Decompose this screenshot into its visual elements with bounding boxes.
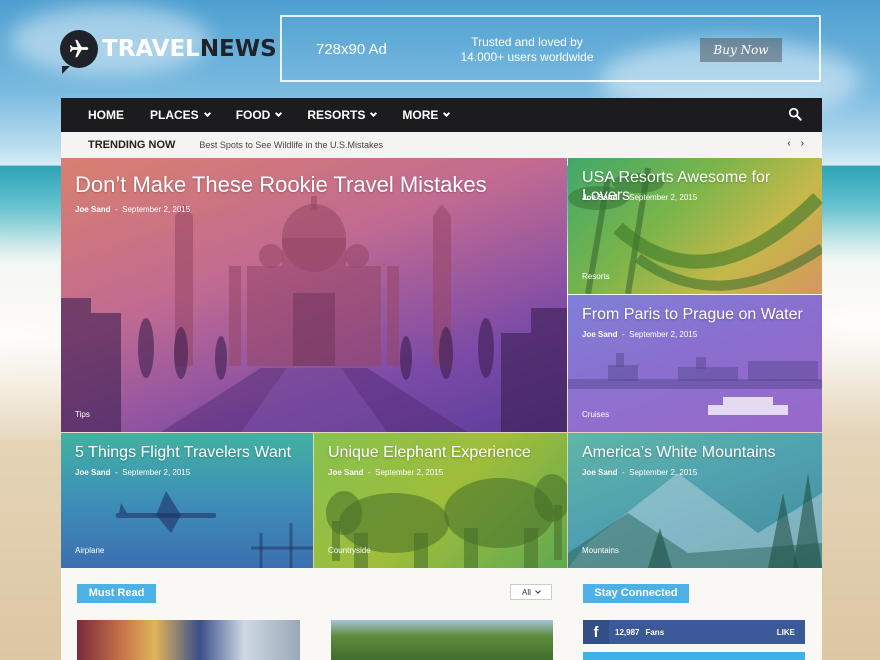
trending-bar: TRENDING NOW Best Spots to See Wildlife …	[61, 132, 822, 158]
facebook-icon: f	[583, 620, 609, 644]
featured-grid: Don’t Make These Rookie Travel Mistakes …	[61, 158, 822, 568]
tile-title[interactable]: 5 Things Flight Travelers Want	[75, 444, 291, 462]
ad-trust-line1: Trusted and loved by	[471, 35, 583, 49]
facebook-fans-widget[interactable]: f 12,987 Fans LIKE	[583, 620, 805, 644]
ad-banner[interactable]: 728x90 Ad Trusted and loved by 14.000+ u…	[280, 15, 821, 82]
nav-item-places[interactable]: PLACES	[136, 98, 222, 132]
tile-category[interactable]: Tips	[75, 410, 90, 419]
article-thumbnail[interactable]	[331, 620, 553, 660]
featured-tile-mountains[interactable]: America’s White Mountains Joe Sand - Sep…	[568, 433, 822, 568]
tile-meta: Joe Sand - September 2, 2015	[328, 468, 444, 477]
chevron-down-icon	[370, 109, 378, 118]
content-area: Must Read All Stay Connected f 12,987 Fa…	[61, 568, 822, 660]
trending-next-button[interactable]: ›	[801, 138, 804, 149]
tile-meta: Joe Sand - September 2, 2015	[582, 468, 698, 477]
chevron-down-icon	[535, 588, 541, 594]
tile-author[interactable]: Joe Sand	[582, 193, 618, 202]
tile-author[interactable]: Joe Sand	[328, 468, 364, 477]
ad-trust-line2: 14.000+ users worldwide	[460, 50, 594, 64]
nav-item-label: MORE	[402, 108, 439, 122]
featured-tile-main[interactable]: Don’t Make These Rookie Travel Mistakes …	[61, 158, 567, 432]
ad-trust-text: Trusted and loved by 14.000+ users world…	[457, 35, 597, 65]
chevron-down-icon	[203, 109, 211, 118]
logo-text-news: NEWS	[199, 36, 277, 62]
featured-tile-airplane[interactable]: 5 Things Flight Travelers Want Joe Sand …	[61, 433, 313, 568]
twitter-widget[interactable]	[583, 652, 805, 660]
site-header: TRAVELNEWS 728x90 Ad Trusted and loved b…	[60, 14, 822, 84]
tile-date: September 2, 2015	[629, 193, 698, 202]
nav-item-label: RESORTS	[307, 108, 366, 122]
tile-author[interactable]: Joe Sand	[582, 468, 618, 477]
search-icon[interactable]	[788, 107, 802, 121]
trending-headline[interactable]: Best Spots to See Wildlife in the U.S.Mi…	[199, 140, 383, 150]
tile-category[interactable]: Airplane	[75, 546, 104, 555]
tile-date: September 2, 2015	[629, 330, 698, 339]
must-read-heading: Must Read	[77, 584, 156, 603]
tile-title[interactable]: Don’t Make These Rookie Travel Mistakes	[75, 172, 487, 198]
tile-date: September 2, 2015	[629, 468, 698, 477]
nav-item-label: HOME	[88, 108, 124, 122]
nav-item-home[interactable]: HOME	[61, 98, 136, 132]
tile-author[interactable]: Joe Sand	[582, 330, 618, 339]
taj-mahal-illustration	[61, 196, 567, 432]
nav-item-food[interactable]: FOOD	[222, 98, 294, 132]
tile-category[interactable]: Resorts	[582, 272, 610, 281]
tile-meta: Joe Sand - September 2, 2015	[582, 330, 698, 339]
filter-value: All	[522, 587, 531, 597]
site-logo[interactable]: TRAVELNEWS	[60, 30, 277, 74]
facebook-count: 12,987	[615, 627, 640, 637]
tile-title[interactable]: Unique Elephant Experience	[328, 444, 531, 462]
featured-tile-resorts[interactable]: USA Resorts Awesome for Lovers Joe Sand …	[568, 158, 822, 294]
featured-tile-cruises[interactable]: From Paris to Prague on Water Joe Sand -…	[568, 295, 822, 432]
logo-text-travel: TRAVEL	[102, 36, 200, 62]
facebook-like-button[interactable]: LIKE	[777, 628, 795, 637]
category-filter-select[interactable]: All	[510, 584, 552, 600]
tile-meta: Joe Sand - September 2, 2015	[582, 193, 698, 202]
airplane-icon	[60, 30, 98, 74]
tile-title[interactable]: America’s White Mountains	[582, 444, 776, 462]
nav-item-label: PLACES	[150, 108, 199, 122]
main-navbar: HOME PLACES FOOD RESORTS MORE	[61, 98, 822, 132]
tile-date: September 2, 2015	[122, 468, 191, 477]
tile-category[interactable]: Countryside	[328, 546, 371, 555]
tile-date: September 2, 2015	[122, 205, 191, 214]
tile-meta: Joe Sand - September 2, 2015	[75, 468, 191, 477]
trending-label: TRENDING NOW	[88, 139, 176, 151]
trending-prev-button[interactable]: ‹	[787, 138, 790, 149]
tile-category[interactable]: Mountains	[582, 546, 619, 555]
ad-size-label: 728x90 Ad	[316, 41, 387, 58]
chevron-down-icon	[443, 109, 451, 118]
nav-item-label: FOOD	[235, 108, 271, 122]
tile-title[interactable]: From Paris to Prague on Water	[582, 306, 803, 324]
tile-category[interactable]: Cruises	[582, 410, 609, 419]
stay-connected-heading: Stay Connected	[583, 584, 689, 603]
nav-item-resorts[interactable]: RESORTS	[293, 98, 388, 132]
tile-author[interactable]: Joe Sand	[75, 205, 111, 214]
featured-tile-countryside[interactable]: Unique Elephant Experience Joe Sand - Se…	[314, 433, 567, 568]
tile-date: September 2, 2015	[375, 468, 444, 477]
facebook-label: Fans	[645, 627, 665, 637]
tile-meta: Joe Sand - September 2, 2015	[75, 205, 191, 214]
article-thumbnail[interactable]	[77, 620, 300, 660]
tile-author[interactable]: Joe Sand	[75, 468, 111, 477]
nav-item-more[interactable]: MORE	[388, 98, 461, 132]
buy-now-button[interactable]: Buy Now	[700, 38, 782, 62]
chevron-down-icon	[275, 109, 283, 118]
